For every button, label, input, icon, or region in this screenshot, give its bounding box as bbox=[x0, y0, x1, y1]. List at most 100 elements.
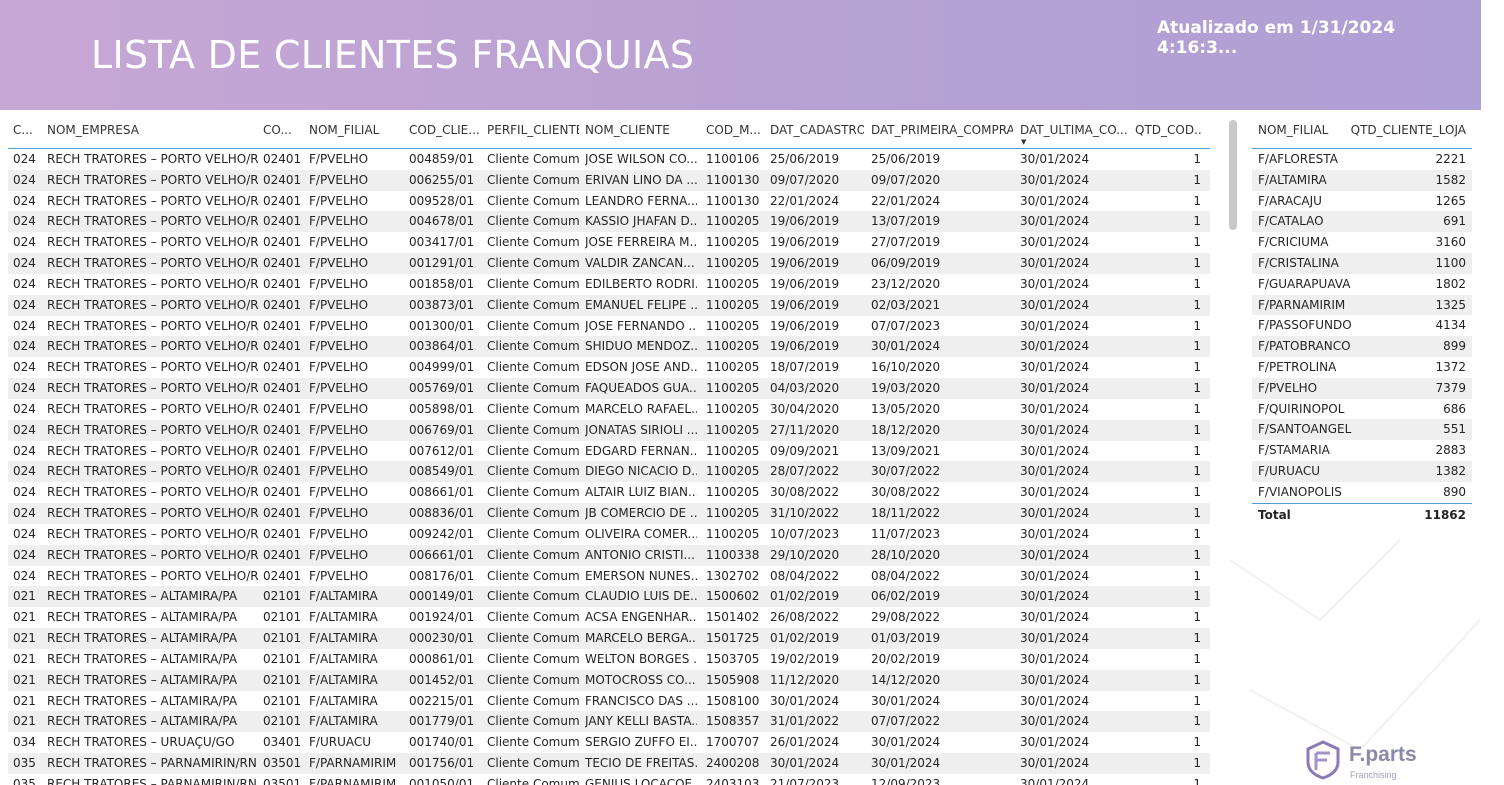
column-header-nom-filial[interactable]: NOM_FILIAL bbox=[309, 123, 404, 137]
vertical-scrollbar[interactable] bbox=[1229, 120, 1237, 230]
cell-nom-cliente: KASSIO JHAFAN D... bbox=[585, 214, 697, 229]
cell-qtd-cod: 1 bbox=[1193, 276, 1201, 291]
branch-row[interactable]: F/QUIRINOPOL 686 bbox=[1252, 399, 1472, 420]
cell-qtd-cod: 1 bbox=[1193, 589, 1201, 604]
branch-name: F/QUIRINOPOL bbox=[1258, 401, 1345, 416]
sort-descending-icon[interactable]: ▼ bbox=[1021, 138, 1026, 146]
cell-dat-ultima-compra: 30/01/2024 bbox=[1020, 693, 1090, 708]
cell-dat-cadastro: 19/06/2019 bbox=[770, 297, 840, 312]
column-header-dat-cadastro[interactable]: DAT_CADASTRO bbox=[770, 123, 864, 137]
table-row[interactable]: 024 RECH TRATORES – PORTO VELHO/RO 02401 F/… bbox=[8, 503, 1210, 524]
column-header-cod-m[interactable]: COD_M... bbox=[706, 123, 762, 137]
column-header-dat-primeira-compra[interactable]: DAT_PRIMEIRA_COMPRA bbox=[871, 123, 1013, 137]
table-row[interactable]: 024 RECH TRATORES – PORTO VELHO/RO 02401 F/… bbox=[8, 566, 1210, 587]
cell-perfil-cliente: Cliente Comum bbox=[487, 339, 579, 354]
cell-nom-filial: F/PVELHO bbox=[309, 276, 369, 291]
table-row[interactable]: 035 RECH TRATORES – PARNAMIRIN/RN 03501 F/P… bbox=[8, 753, 1210, 774]
branch-count-total-row: Total 11862 bbox=[1252, 502, 1472, 526]
cell-c: 024 bbox=[13, 381, 36, 396]
branch-row[interactable]: F/PATOBRANCO 899 bbox=[1252, 336, 1472, 357]
table-row[interactable]: 024 RECH TRATORES – PORTO VELHO/RO 02401 F/… bbox=[8, 316, 1210, 337]
table-row[interactable]: 024 RECH TRATORES – PORTO VELHO/RO 02401 F/… bbox=[8, 544, 1210, 566]
cell-nom-filial: F/PVELHO bbox=[309, 256, 369, 271]
table-row[interactable]: 021 RECH TRATORES – ALTAMIRA/PA 02101 F/ALT… bbox=[8, 691, 1210, 712]
table-row[interactable]: 021 RECH TRATORES – ALTAMIRA/PA 02101 F/ALT… bbox=[8, 607, 1210, 628]
branch-row[interactable]: F/ALTAMIRA 1582 bbox=[1252, 169, 1472, 191]
cell-perfil-cliente: Cliente Comum bbox=[487, 547, 579, 562]
branch-row[interactable]: F/PARNAMIRIM 1325 bbox=[1252, 294, 1472, 316]
table-row[interactable]: 024 RECH TRATORES – PORTO VELHO/RO 02401 F/… bbox=[8, 419, 1210, 441]
cell-cod-m: 1100338 bbox=[706, 547, 760, 562]
branch-row[interactable]: F/PETROLINA 1372 bbox=[1252, 357, 1472, 378]
branch-row[interactable]: F/GUARAPUAVA 1802 bbox=[1252, 274, 1472, 295]
table-row[interactable]: 024 RECH TRATORES – PORTO VELHO/RO 02401 F/… bbox=[8, 336, 1210, 358]
table-row[interactable]: 021 RECH TRATORES – ALTAMIRA/PA 02101 F/ALT… bbox=[8, 649, 1210, 670]
table-row[interactable]: 024 RECH TRATORES – PORTO VELHO/RO 02401 F/… bbox=[8, 253, 1210, 274]
branch-row[interactable]: F/PVELHO 7379 bbox=[1252, 377, 1472, 399]
cell-dat-primeira-compra: 19/03/2020 bbox=[871, 381, 941, 396]
branch-row[interactable]: F/SANTOANGEL 551 bbox=[1252, 419, 1472, 441]
cell-dat-primeira-compra: 14/12/2020 bbox=[871, 672, 941, 687]
clients-table[interactable]: C... NOM_EMPRESA CO... NOM_FILIAL COD_CLIE..… bbox=[8, 118, 1210, 785]
table-row[interactable]: 024 RECH TRATORES – PORTO VELHO/RO 02401 F/… bbox=[8, 211, 1210, 233]
table-row[interactable]: 024 RECH TRATORES – PORTO VELHO/RO 02401 F/… bbox=[8, 399, 1210, 420]
branch-client-count: 7379 bbox=[1435, 380, 1466, 395]
table-row[interactable]: 021 RECH TRATORES – ALTAMIRA/PA 02101 F/ALT… bbox=[8, 711, 1210, 733]
table-row[interactable]: 024 RECH TRATORES – PORTO VELHO/RO 02401 F/… bbox=[8, 274, 1210, 295]
table-row[interactable]: 024 RECH TRATORES – PORTO VELHO/RO 02401 F/… bbox=[8, 191, 1210, 212]
cell-nom-filial: F/URUACU bbox=[309, 735, 372, 750]
branch-row[interactable]: F/ARACAJU 1265 bbox=[1252, 191, 1472, 212]
column-header-nom-filial[interactable]: NOM_FILIAL bbox=[1258, 123, 1328, 137]
cell-cod-cliente: 005898/01 bbox=[409, 401, 475, 416]
cell-dat-ultima-compra: 30/01/2024 bbox=[1020, 235, 1090, 250]
table-row[interactable]: 024 RECH TRATORES – PORTO VELHO/RO 02401 F/… bbox=[8, 232, 1210, 253]
column-header-c[interactable]: C... bbox=[13, 123, 41, 137]
column-header-qtd-cod[interactable]: QTD_COD... bbox=[1135, 123, 1201, 137]
table-row[interactable]: 024 RECH TRATORES – PORTO VELHO/RO 02401 F/… bbox=[8, 441, 1210, 462]
table-row[interactable]: 024 RECH TRATORES – PORTO VELHO/RO 02401 F/… bbox=[8, 169, 1210, 191]
branch-row[interactable]: F/STAMARIA 2883 bbox=[1252, 440, 1472, 461]
branch-name: F/STAMARIA bbox=[1258, 443, 1330, 458]
table-row[interactable]: 024 RECH TRATORES – PORTO VELHO/RO 02401 F/… bbox=[8, 482, 1210, 503]
branch-row[interactable]: F/PASSOFUNDO 4134 bbox=[1252, 315, 1472, 336]
cell-nom-filial: F/ALTAMIRA bbox=[309, 651, 378, 666]
cell-c: 024 bbox=[13, 547, 36, 562]
table-row[interactable]: 024 RECH TRATORES – PORTO VELHO/RO 02401 F/… bbox=[8, 378, 1210, 399]
branch-row[interactable]: F/CRICIUMA 3160 bbox=[1252, 232, 1472, 253]
table-row[interactable]: 024 RECH TRATORES – PORTO VELHO/RO 02401 F/… bbox=[8, 357, 1210, 378]
cell-dat-primeira-compra: 23/12/2020 bbox=[871, 276, 941, 291]
cell-cod-cliente: 001050/01 bbox=[409, 776, 475, 785]
clients-table-header: C... NOM_EMPRESA CO... NOM_FILIAL COD_CLIE..… bbox=[8, 118, 1210, 149]
cell-dat-ultima-compra: 30/01/2024 bbox=[1020, 610, 1090, 625]
column-header-nom-empresa[interactable]: NOM_EMPRESA bbox=[47, 123, 259, 137]
table-row[interactable]: 021 RECH TRATORES – ALTAMIRA/PA 02101 F/ALT… bbox=[8, 669, 1210, 691]
table-row[interactable]: 024 RECH TRATORES – PORTO VELHO/RO 02401 F/… bbox=[8, 461, 1210, 483]
table-row[interactable]: 021 RECH TRATORES – ALTAMIRA/PA 02101 F/ALT… bbox=[8, 586, 1210, 608]
column-header-perfil-cliente[interactable]: PERFIL_CLIENTE bbox=[487, 123, 579, 137]
cell-cod-cliente: 002215/01 bbox=[409, 693, 475, 708]
branch-row[interactable]: F/CATALAO 691 bbox=[1252, 211, 1472, 233]
table-row[interactable]: 024 RECH TRATORES – PORTO VELHO/RO 02401 F/… bbox=[8, 294, 1210, 316]
column-header-qtd-cliente-loja[interactable]: QTD_CLIENTE_LOJA bbox=[1351, 123, 1466, 137]
cell-c: 024 bbox=[13, 172, 36, 187]
table-row[interactable]: 024 RECH TRATORES – PORTO VELHO/RO 02401 F/… bbox=[8, 149, 1210, 170]
branch-row[interactable]: F/URUACU 1382 bbox=[1252, 460, 1472, 482]
report-header: LISTA DE CLIENTES FRANQUIAS Atualizado e… bbox=[0, 0, 1481, 110]
table-row[interactable]: 024 RECH TRATORES – PORTO VELHO/RO 02401 F/… bbox=[8, 524, 1210, 545]
fparts-shield-icon bbox=[1306, 740, 1340, 780]
cell-nom-cliente: LEANDRO FERNA... bbox=[585, 193, 697, 208]
table-row[interactable]: 035 RECH TRATORES – PARNAMIRIN/RN 03501 F/P… bbox=[8, 774, 1210, 785]
cell-c: 035 bbox=[13, 756, 36, 771]
branch-row[interactable]: F/VIANOPOLIS 890 bbox=[1252, 482, 1472, 503]
column-header-nom-cliente[interactable]: NOM_CLIENTE bbox=[585, 123, 697, 137]
cell-dat-ultima-compra: 30/01/2024 bbox=[1020, 547, 1090, 562]
table-row[interactable]: 034 RECH TRATORES – URUAÇU/GO 03401 F/URUAC… bbox=[8, 732, 1210, 753]
branch-row[interactable]: F/AFLORESTA 2221 bbox=[1252, 149, 1472, 170]
column-header-cod-cliente[interactable]: COD_CLIE... bbox=[409, 123, 481, 137]
branch-count-table[interactable]: NOM_FILIAL QTD_CLIENTE_LOJA F/AFLORESTA 2… bbox=[1252, 118, 1472, 528]
column-header-co[interactable]: CO... bbox=[263, 123, 303, 137]
branch-row[interactable]: F/CRISTALINA 1100 bbox=[1252, 252, 1472, 274]
cell-dat-primeira-compra: 13/07/2019 bbox=[871, 214, 941, 229]
column-header-dat-ultima-compra[interactable]: DAT_ULTIMA_CO... bbox=[1020, 123, 1128, 137]
table-row[interactable]: 021 RECH TRATORES – ALTAMIRA/PA 02101 F/ALT… bbox=[8, 628, 1210, 649]
